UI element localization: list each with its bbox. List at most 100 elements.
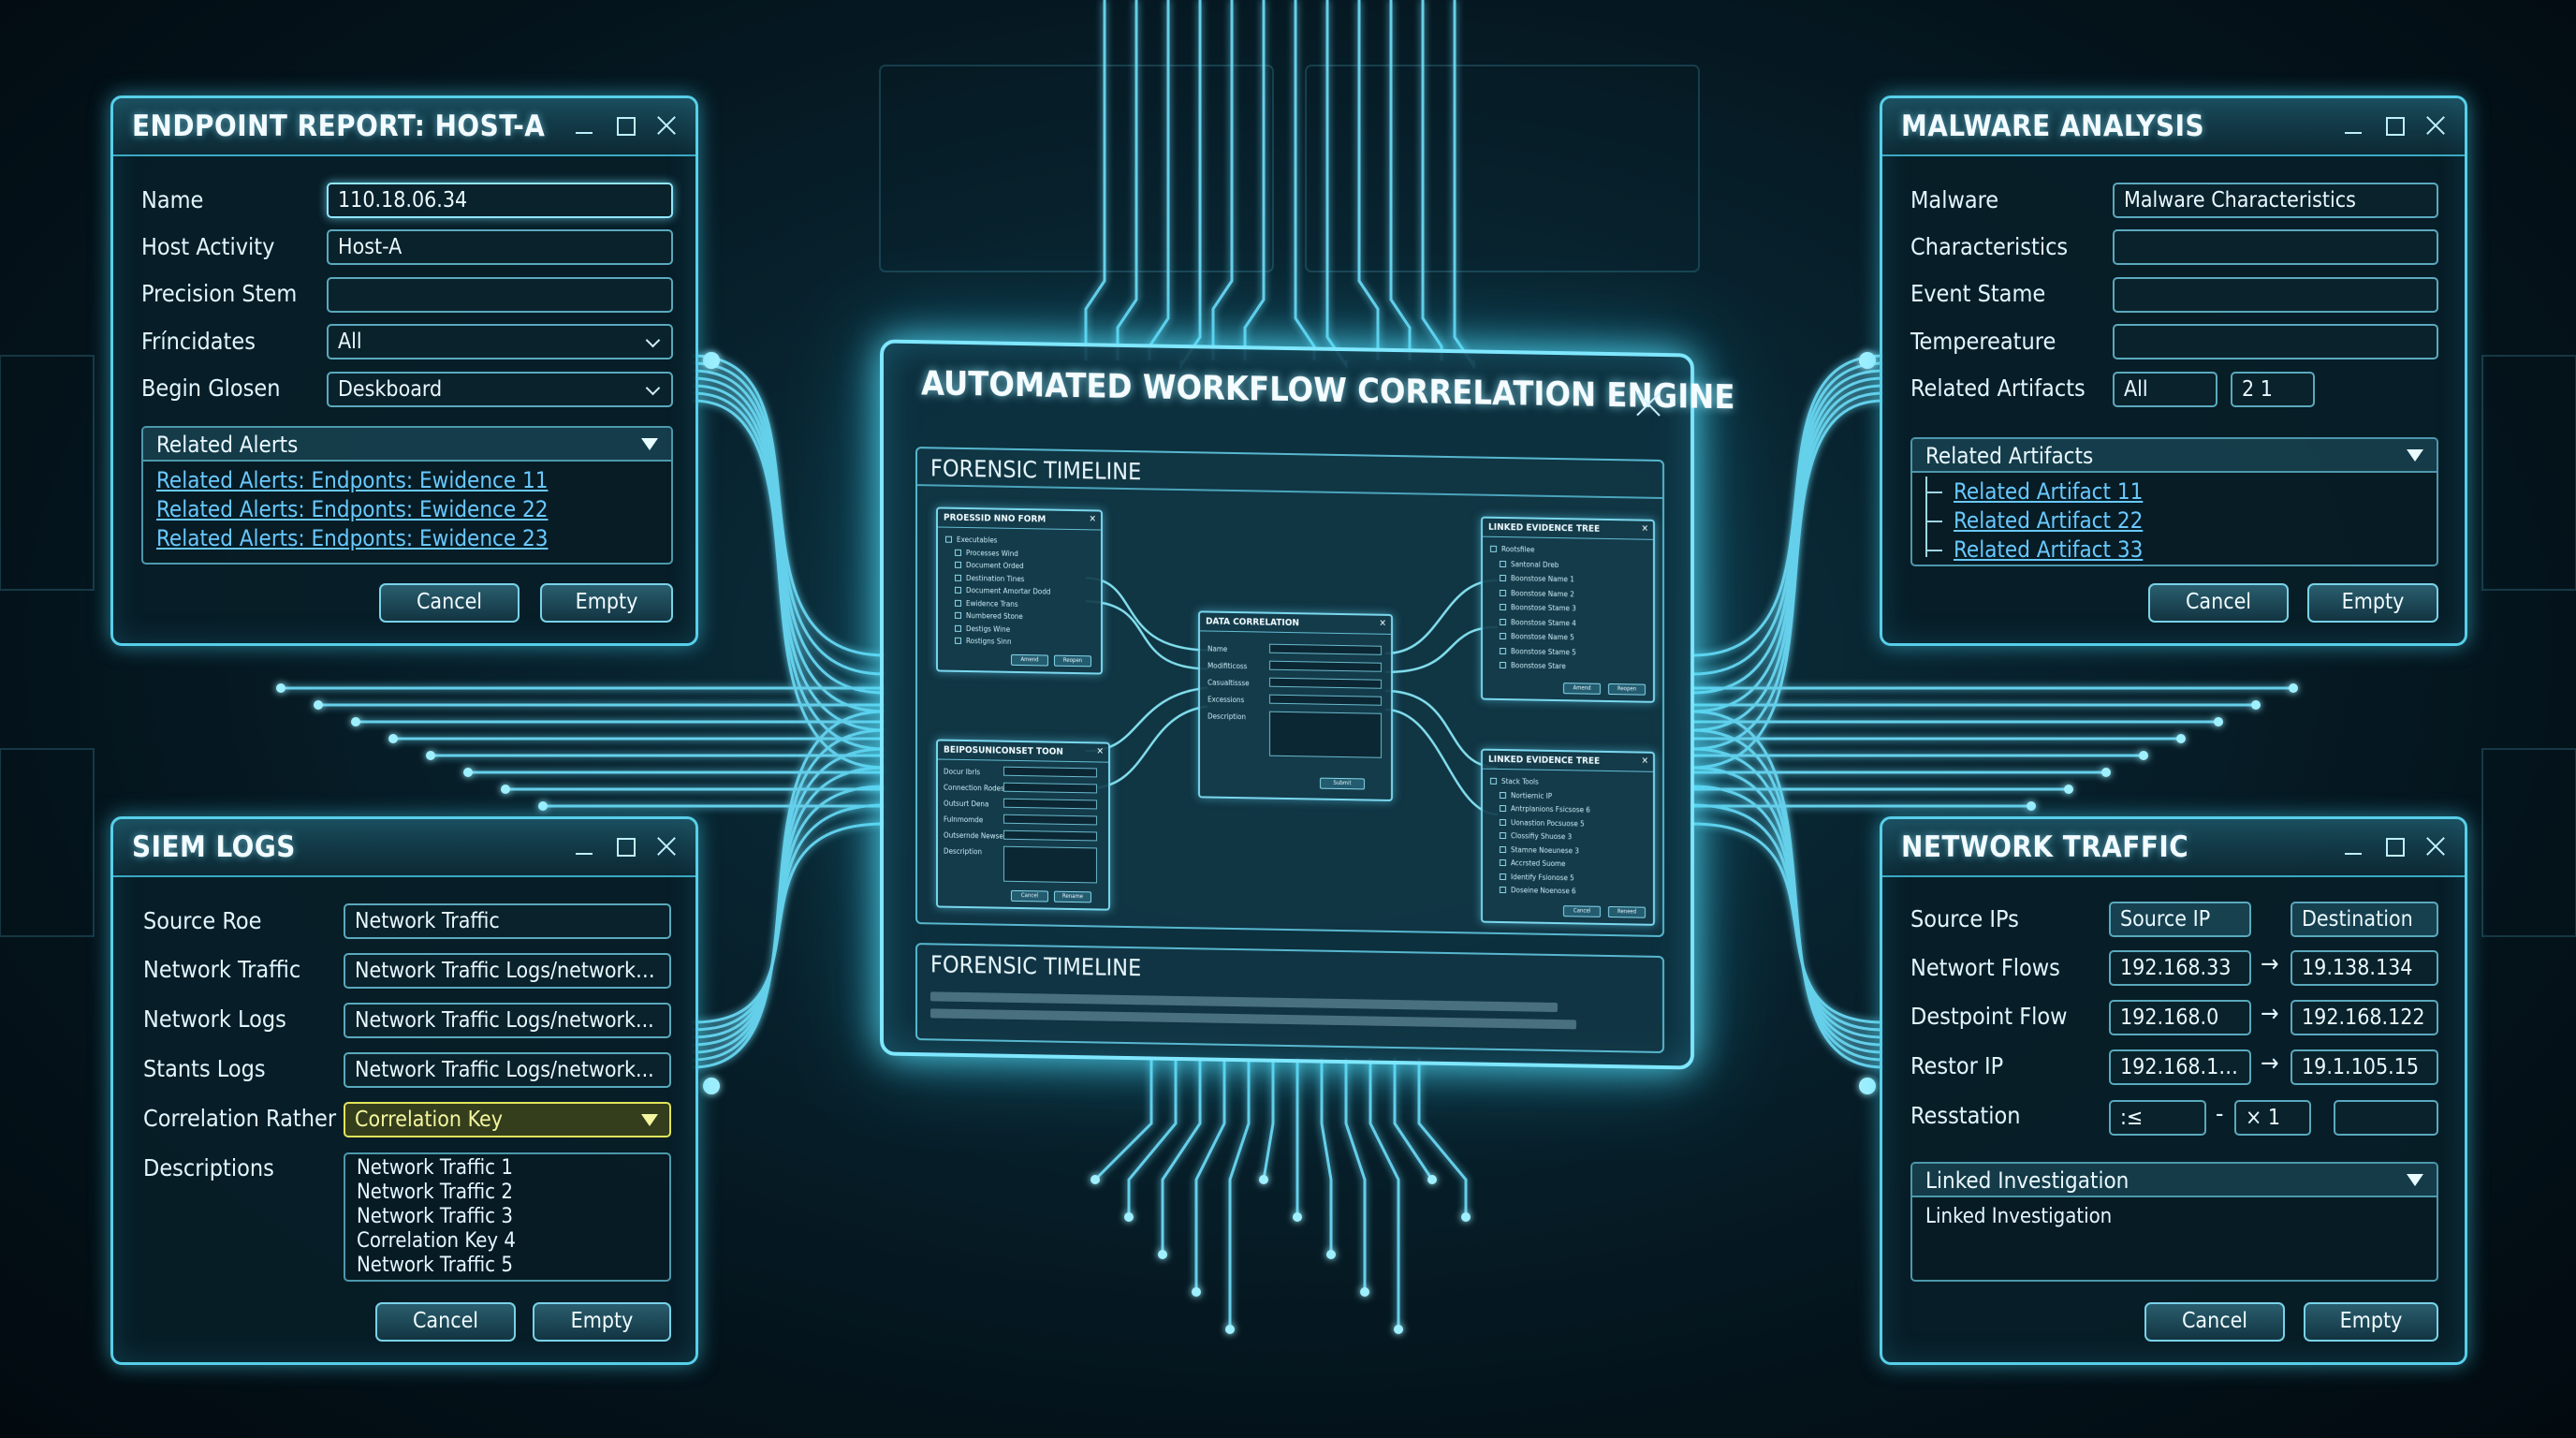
close-icon[interactable] bbox=[1634, 389, 1662, 418]
malware-field[interactable]: Malware Characteristics bbox=[2113, 183, 2438, 218]
cancel-button[interactable]: Cancel bbox=[1011, 889, 1048, 902]
related-artifacts-field[interactable]: All bbox=[2113, 372, 2217, 407]
close-icon[interactable] bbox=[2423, 111, 2448, 139]
checkbox[interactable] bbox=[1500, 618, 1506, 625]
tree-item[interactable]: Uonastion Pocsuose 5 bbox=[1511, 818, 1585, 828]
checkbox[interactable] bbox=[1500, 574, 1506, 582]
tree-item[interactable]: Nortiernic IP bbox=[1511, 791, 1552, 800]
network-flows-source[interactable]: 192.168.33 bbox=[2109, 950, 2251, 986]
related-artifact-link-1[interactable]: Related Artifact 11 bbox=[1954, 478, 2143, 505]
tree-item[interactable]: Numbered Stone bbox=[966, 611, 1023, 621]
begin-glosen-select[interactable]: Deskboard bbox=[327, 372, 673, 407]
tree-item[interactable]: Destigs Wine bbox=[966, 624, 1010, 634]
dc-field-input[interactable] bbox=[1269, 677, 1382, 689]
tree-item[interactable]: Boonstose Name 2 bbox=[1511, 589, 1574, 598]
tree-item[interactable]: Document Amortar Dodd bbox=[966, 586, 1050, 596]
checkbox[interactable] bbox=[1500, 603, 1506, 611]
checkbox[interactable] bbox=[1500, 791, 1506, 799]
close-icon[interactable] bbox=[654, 832, 679, 860]
maximize-icon[interactable] bbox=[2382, 111, 2407, 139]
close-icon[interactable]: ✕ bbox=[1641, 756, 1648, 767]
cancel-button[interactable]: Cancel bbox=[375, 1302, 516, 1342]
close-icon[interactable] bbox=[2423, 832, 2448, 860]
rt-field-input[interactable] bbox=[1003, 798, 1097, 810]
submit-button[interactable]: Submit bbox=[1320, 777, 1365, 790]
tree-item[interactable]: Boonstose Stare bbox=[1511, 661, 1566, 670]
event-stame-field[interactable] bbox=[2113, 277, 2438, 313]
tree-item[interactable]: Boonstose Name 5 bbox=[1511, 632, 1574, 641]
name-field[interactable]: 110.18.06.34 bbox=[327, 183, 673, 218]
checkbox[interactable] bbox=[955, 611, 961, 619]
checkbox[interactable] bbox=[955, 561, 961, 568]
tree-item[interactable]: Ewidence Trans bbox=[966, 599, 1018, 609]
related-artifact-link-3[interactable]: Related Artifact 33 bbox=[1954, 536, 2143, 563]
tree-item[interactable]: Executables bbox=[957, 536, 998, 545]
rt-field-input[interactable] bbox=[1003, 782, 1097, 794]
descriptions-textarea[interactable]: Network Traffic 1 Network Traffic 2 Netw… bbox=[344, 1152, 671, 1282]
checkbox[interactable] bbox=[1500, 818, 1506, 826]
close-icon[interactable] bbox=[654, 111, 679, 139]
empty-button[interactable]: Empty bbox=[540, 583, 673, 623]
tree-item[interactable]: Boonstose Stame 4 bbox=[1511, 618, 1576, 627]
restor-ip-source[interactable]: 192.168.158 bbox=[2109, 1049, 2251, 1085]
checkbox[interactable] bbox=[1500, 560, 1506, 567]
maximize-icon[interactable] bbox=[613, 832, 637, 860]
checkbox[interactable] bbox=[945, 536, 952, 543]
checkbox[interactable] bbox=[955, 599, 961, 607]
precision-stem-field[interactable] bbox=[327, 277, 673, 313]
cancel-button[interactable]: Cancel bbox=[379, 583, 520, 623]
checkbox[interactable] bbox=[1500, 858, 1506, 867]
destpoint-flow-destination[interactable]: 192.168.122 bbox=[2291, 1000, 2438, 1035]
rename-button[interactable]: Rename bbox=[1054, 890, 1091, 903]
rt-field-input[interactable] bbox=[1003, 829, 1097, 842]
restor-ip-destination[interactable]: 19.1.105.15 bbox=[2291, 1049, 2438, 1085]
tree-item[interactable]: Stack Tools bbox=[1501, 777, 1539, 786]
empty-button[interactable]: Empty bbox=[2307, 583, 2438, 623]
dc-field-input[interactable] bbox=[1269, 660, 1382, 672]
reneed-button[interactable]: Reneed bbox=[1608, 905, 1646, 918]
tree-item[interactable]: Rootsfilee bbox=[1501, 545, 1534, 554]
tree-item[interactable]: Document Orded bbox=[966, 561, 1024, 570]
related-artifacts-count-field[interactable]: 2 1 bbox=[2231, 372, 2315, 407]
resstation-field-c[interactable] bbox=[2334, 1100, 2438, 1136]
dc-field-input[interactable] bbox=[1269, 643, 1382, 655]
rt-field-input[interactable] bbox=[1003, 814, 1097, 826]
related-artifact-link-2[interactable]: Related Artifact 22 bbox=[1954, 507, 2143, 534]
tree-item[interactable]: Antrplanions Fsicsose 6 bbox=[1511, 804, 1590, 814]
linked-investigation-header[interactable]: Linked Investigation bbox=[1912, 1164, 2437, 1197]
checkbox[interactable] bbox=[1500, 886, 1506, 894]
close-icon[interactable]: ✕ bbox=[1089, 514, 1096, 524]
fincidates-select[interactable]: All bbox=[327, 324, 673, 360]
checkbox[interactable] bbox=[1500, 589, 1506, 596]
related-alert-link-1[interactable]: Related Alerts: Endponts: Ewidence 11 bbox=[156, 467, 549, 493]
dc-description-input[interactable] bbox=[1269, 711, 1382, 758]
checkbox[interactable] bbox=[955, 586, 961, 594]
tree-item[interactable]: Accrsted Suome bbox=[1511, 858, 1565, 868]
close-icon[interactable]: ✕ bbox=[1096, 746, 1104, 756]
checkbox[interactable] bbox=[955, 624, 961, 632]
checkbox[interactable] bbox=[955, 549, 961, 556]
minimize-icon[interactable] bbox=[2341, 832, 2365, 860]
correlation-key-select[interactable]: Correlation Key bbox=[344, 1102, 671, 1137]
cancel-button[interactable]: Cancel bbox=[2148, 583, 2289, 623]
checkbox[interactable] bbox=[955, 574, 961, 581]
tree-item[interactable]: Boonstose Stame 3 bbox=[1511, 603, 1576, 612]
checkbox[interactable] bbox=[1500, 873, 1506, 880]
empty-button[interactable]: Empty bbox=[2304, 1302, 2438, 1342]
related-artifacts-header[interactable]: Related Artifacts bbox=[1912, 439, 2437, 473]
host-activity-field[interactable]: Host-A bbox=[327, 229, 673, 265]
dc-field-input[interactable] bbox=[1269, 694, 1382, 706]
amend-button[interactable]: Amend bbox=[1011, 653, 1048, 667]
tree-item[interactable]: Processes Wind bbox=[966, 549, 1018, 558]
checkbox[interactable] bbox=[1500, 647, 1506, 654]
maximize-icon[interactable] bbox=[2382, 832, 2407, 860]
network-logs-field[interactable]: Network Traffic Logs/network... bbox=[344, 1003, 671, 1038]
tempereature-field[interactable] bbox=[2113, 324, 2438, 360]
reopen-button[interactable]: Reopen bbox=[1608, 682, 1646, 696]
tree-item[interactable]: Boonstose Name 1 bbox=[1511, 574, 1574, 583]
tree-item[interactable]: Boonstose Stame 5 bbox=[1511, 647, 1576, 656]
minimize-icon[interactable] bbox=[2341, 111, 2365, 139]
destpoint-flow-source[interactable]: 192.168.0 bbox=[2109, 1000, 2251, 1035]
empty-button[interactable]: Empty bbox=[533, 1302, 671, 1342]
close-icon[interactable]: ✕ bbox=[1641, 524, 1648, 535]
